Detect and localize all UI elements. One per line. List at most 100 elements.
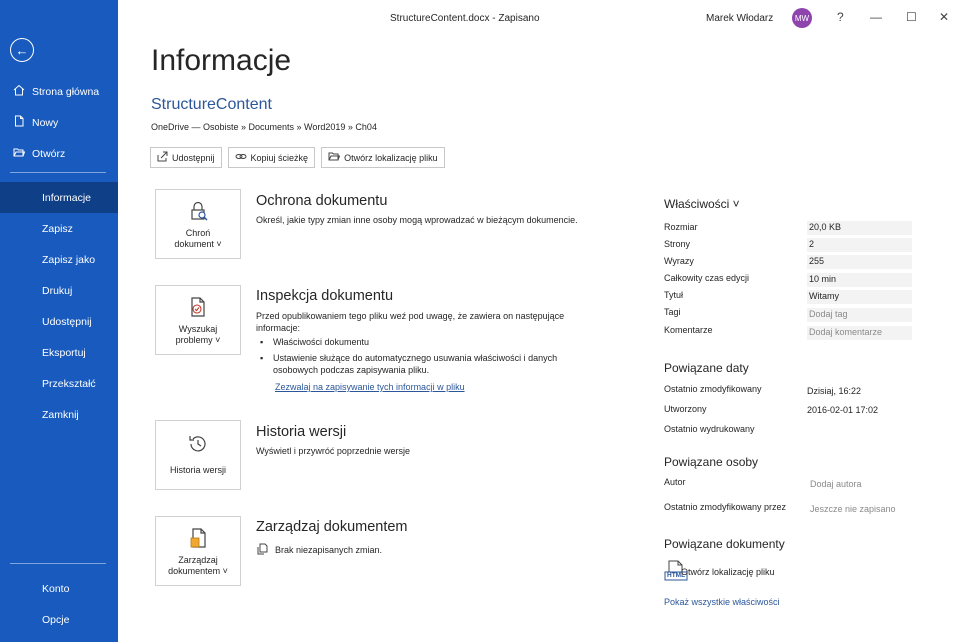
share-icon bbox=[157, 151, 168, 165]
inspect-description-line: informacje: bbox=[256, 323, 301, 333]
lock-search-icon bbox=[191, 201, 208, 221]
manage-document-button[interactable]: Zarządzaj dokumentem ˅ bbox=[155, 516, 241, 586]
maximize-button[interactable]: ☐ bbox=[906, 10, 917, 24]
sidebar-item-transform[interactable]: Przekształć bbox=[0, 368, 118, 399]
prop-value: 10 min bbox=[807, 273, 912, 287]
sidebar-item-label: Opcje bbox=[42, 613, 70, 626]
copy-path-button-label: Kopiuj ścieżkę bbox=[250, 152, 309, 163]
sidebar-item-label: Konto bbox=[42, 582, 70, 595]
properties-heading[interactable]: Właściwości ˅ bbox=[664, 197, 740, 211]
inspect-description-line: Przed opublikowaniem tego pliku weź pod … bbox=[256, 311, 565, 321]
sidebar-item-save[interactable]: Zapisz bbox=[0, 213, 118, 244]
tags-field[interactable]: Dodaj tag bbox=[807, 308, 912, 322]
sidebar-item-print[interactable]: Drukuj bbox=[0, 275, 118, 306]
sidebar-item-save-as[interactable]: Zapisz jako bbox=[0, 244, 118, 275]
card-label-line: Wyszukaj bbox=[178, 324, 218, 334]
history-description: Wyświetl i przywróć poprzednie wersje bbox=[256, 446, 410, 456]
sidebar-item-label: Zapisz jako bbox=[42, 253, 96, 266]
prop-label: Komentarze bbox=[664, 325, 713, 335]
sidebar-item-export[interactable]: Eksportuj bbox=[0, 337, 118, 368]
version-history-button[interactable]: Historia wersji bbox=[155, 420, 241, 490]
prop-value: Jeszcze nie zapisano bbox=[810, 504, 896, 514]
manage-document-icon bbox=[190, 528, 206, 548]
prop-label: Tytuł bbox=[664, 290, 684, 300]
back-arrow-icon[interactable]: ← bbox=[10, 38, 34, 62]
copy-path-button[interactable]: Kopiuj ścieżkę bbox=[227, 147, 316, 168]
sidebar-item-share[interactable]: Udostępnij bbox=[0, 306, 118, 337]
minimize-button[interactable]: — bbox=[870, 10, 882, 24]
sidebar-item-label: Zapisz bbox=[42, 222, 73, 235]
sidebar-item-home[interactable]: Strona główna bbox=[0, 76, 118, 107]
prop-label: Ostatnio zmodyfikowany bbox=[664, 384, 762, 394]
history-heading: Historia wersji bbox=[256, 424, 347, 440]
bullet-text: Właściwości dokumentu bbox=[273, 337, 370, 347]
open-file-location-link[interactable]: Otwórz lokalizację pliku bbox=[681, 567, 775, 577]
sidebar-bottom-nav: Konto Opcje bbox=[0, 573, 118, 635]
backstage-sidebar: ← Strona główna Nowy Otwórz Informacje Z… bbox=[0, 0, 118, 642]
share-button[interactable]: Udostępnij bbox=[150, 147, 222, 168]
sidebar-item-label: Udostępnij bbox=[42, 315, 92, 328]
file-actions: Udostępnij Kopiuj ścieżkę Otwórz lokaliz… bbox=[150, 147, 445, 168]
prop-value: 255 bbox=[807, 255, 912, 269]
check-for-issues-button[interactable]: Wyszukaj problemy ˅ bbox=[155, 285, 241, 355]
folder-open-icon bbox=[328, 151, 341, 165]
prop-label: Całkowity czas edycji bbox=[664, 273, 750, 283]
card-label-line: Chroń bbox=[185, 228, 211, 238]
sidebar-item-label: Przekształć bbox=[42, 377, 96, 390]
prop-label: Ostatnio zmodyfikowany przez bbox=[664, 502, 787, 512]
sidebar-item-close[interactable]: Zamknij bbox=[0, 399, 118, 430]
sidebar-item-label: Nowy bbox=[32, 116, 59, 129]
sidebar-item-options[interactable]: Opcje bbox=[0, 604, 118, 635]
document-name: StructureContent bbox=[151, 96, 272, 113]
comments-field[interactable]: Dodaj komentarze bbox=[807, 326, 912, 340]
inspect-bullet: Ustawienie służące do automatycznego usu… bbox=[260, 352, 558, 376]
prop-value: 20,0 KB bbox=[807, 221, 912, 235]
bullet-text: Ustawienie służące do automatycznego usu… bbox=[273, 353, 558, 363]
open-location-button[interactable]: Otwórz lokalizację pliku bbox=[321, 147, 445, 168]
folder-open-icon bbox=[12, 146, 26, 161]
prop-label: Utworzony bbox=[664, 404, 707, 414]
sidebar-item-label: Eksportuj bbox=[42, 346, 86, 359]
title-field[interactable]: Witamy bbox=[807, 290, 912, 304]
avatar[interactable]: MW bbox=[792, 8, 812, 28]
history-icon bbox=[189, 436, 206, 452]
close-button[interactable]: ✕ bbox=[939, 10, 949, 24]
manage-heading: Zarządzaj dokumentem bbox=[256, 519, 408, 535]
sidebar-item-info[interactable]: Informacje bbox=[0, 182, 118, 213]
prop-label: Strony bbox=[664, 239, 691, 249]
show-all-properties-link[interactable]: Pokaż wszystkie właściwości bbox=[664, 597, 780, 607]
new-doc-icon bbox=[12, 115, 26, 130]
manage-description: Brak niezapisanych zmian. bbox=[275, 545, 383, 555]
check-for-issues-label: Wyszukaj problemy ˅ bbox=[176, 324, 221, 346]
sidebar-item-account[interactable]: Konto bbox=[0, 573, 118, 604]
help-button[interactable]: ? bbox=[837, 10, 844, 24]
card-label-line: Zarządzaj bbox=[178, 555, 218, 565]
sidebar-item-new[interactable]: Nowy bbox=[0, 107, 118, 138]
sidebar-item-label: Zamknij bbox=[42, 408, 79, 421]
version-history-label: Historia wersji bbox=[170, 465, 226, 476]
add-author-field[interactable]: Dodaj autora bbox=[810, 479, 862, 489]
open-location-button-label: Otwórz lokalizację pliku bbox=[344, 152, 438, 163]
allow-save-info-link[interactable]: Zezwalaj na zapisywanie tych informacji … bbox=[275, 382, 465, 392]
title-bar: StructureContent.docx - Zapisano Marek W… bbox=[118, 0, 955, 40]
link-icon bbox=[235, 151, 247, 165]
prop-value: 2016-02-01 17:02 bbox=[807, 405, 879, 415]
sidebar-divider bbox=[10, 563, 106, 564]
unsaved-docs-icon bbox=[257, 543, 268, 555]
related-people-heading: Powiązane osoby bbox=[664, 455, 759, 469]
sidebar-item-open[interactable]: Otwórz bbox=[0, 138, 118, 169]
card-label-line: Historia wersji bbox=[169, 465, 226, 475]
inspect-bullet: Właściwości dokumentu bbox=[260, 336, 370, 348]
prop-label: Wyrazy bbox=[664, 256, 694, 266]
inspect-heading: Inspekcja dokumentu bbox=[256, 288, 394, 304]
home-icon bbox=[12, 84, 26, 99]
prop-value: 2 bbox=[807, 238, 912, 252]
card-label-line: dokumentem ˅ bbox=[168, 566, 228, 576]
user-name[interactable]: Marek Włodarz bbox=[706, 13, 773, 24]
sidebar-item-label: Drukuj bbox=[42, 284, 73, 297]
protect-document-button[interactable]: Chroń dokument ˅ bbox=[155, 189, 241, 259]
protect-document-label: Chroń dokument ˅ bbox=[174, 228, 221, 250]
window-title: StructureContent.docx - Zapisano bbox=[390, 13, 540, 24]
breadcrumb: OneDrive — Osobiste » Documents » Word20… bbox=[151, 122, 377, 132]
page-title: Informacje bbox=[151, 44, 292, 77]
